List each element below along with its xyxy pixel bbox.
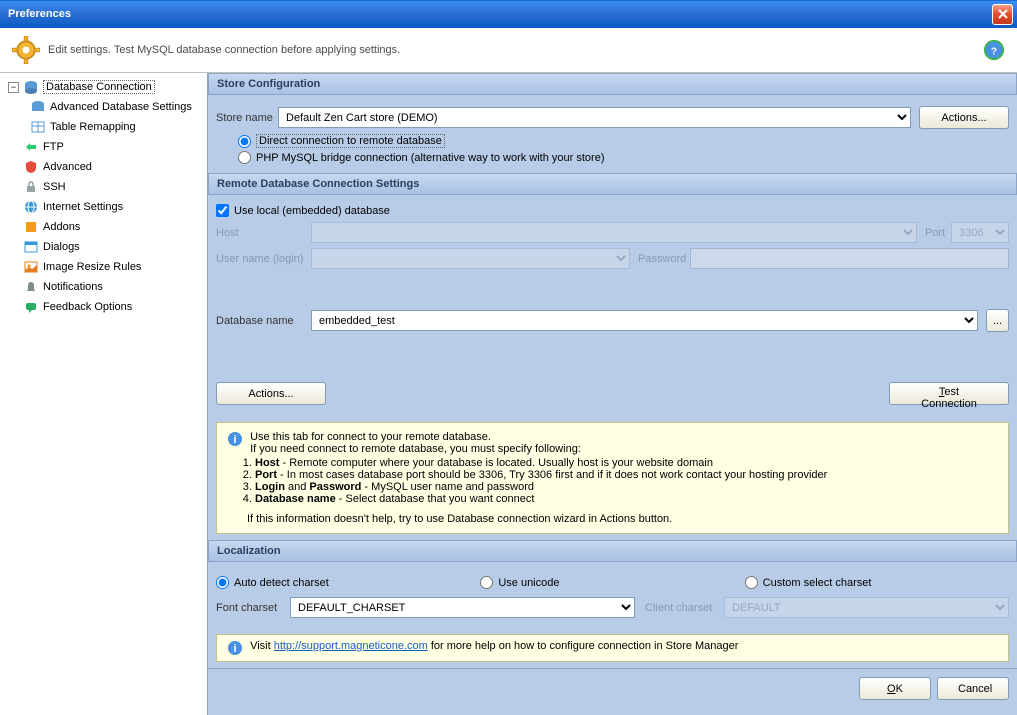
sidebar: − Database Connection Advanced Database …: [0, 73, 208, 715]
dbname-label: Database name: [216, 315, 311, 327]
sidebar-item-label: Internet Settings: [43, 201, 123, 213]
sidebar-item-internet[interactable]: Internet Settings: [0, 197, 207, 217]
sidebar-item-label: Table Remapping: [50, 121, 136, 133]
db-actions-button[interactable]: Actions...: [216, 382, 326, 405]
image-icon: [23, 259, 39, 275]
globe-icon: [23, 199, 39, 215]
host-label: Host: [216, 227, 311, 239]
radio-php-bridge[interactable]: [238, 151, 251, 164]
table-icon: [30, 119, 46, 135]
user-label: User name (login): [216, 253, 311, 265]
gear-icon: [12, 36, 40, 64]
sidebar-item-image-resize[interactable]: Image Resize Rules: [0, 257, 207, 277]
sidebar-item-database-connection[interactable]: − Database Connection: [0, 77, 207, 97]
sidebar-item-label: Image Resize Rules: [43, 261, 141, 273]
info-icon: i: [227, 431, 243, 447]
database-icon: [30, 99, 46, 115]
sidebar-item-label: Feedback Options: [43, 301, 132, 313]
bell-icon: [23, 279, 39, 295]
sidebar-item-label: Advanced: [43, 161, 92, 173]
sidebar-item-label: Addons: [43, 221, 80, 233]
help-link-box: i Visit http://support.magneticone.com f…: [216, 634, 1009, 662]
puzzle-icon: [23, 219, 39, 235]
user-input: [311, 248, 630, 269]
header-band: Edit settings. Test MySQL database conne…: [0, 28, 1017, 73]
use-local-label: Use local (embedded) database: [234, 205, 390, 217]
close-icon: [998, 9, 1008, 19]
port-input: 3306: [951, 222, 1009, 243]
sidebar-item-advanced-database[interactable]: Advanced Database Settings: [0, 97, 207, 117]
sidebar-item-notifications[interactable]: Notifications: [0, 277, 207, 297]
tree-collapse-icon[interactable]: −: [8, 82, 19, 93]
use-local-checkbox[interactable]: [216, 204, 229, 217]
content-panel: Store Configuration Store name Default Z…: [208, 73, 1017, 715]
radio-bridge-label: PHP MySQL bridge connection (alternative…: [256, 152, 604, 164]
radio-direct-label: Direct connection to remote database: [256, 134, 445, 148]
client-charset-label: Client charset: [645, 602, 720, 614]
sidebar-item-label: SSH: [43, 181, 66, 193]
info-icon: i: [227, 640, 243, 656]
sidebar-item-advanced[interactable]: Advanced: [0, 157, 207, 177]
ok-button[interactable]: OK: [859, 677, 931, 700]
radio-auto-charset[interactable]: [216, 576, 229, 589]
sidebar-item-label: Database Connection: [43, 80, 155, 94]
dbname-select[interactable]: embedded_test: [311, 310, 978, 331]
close-button[interactable]: [992, 4, 1013, 25]
lock-icon: [23, 179, 39, 195]
radio-direct-connection[interactable]: [238, 135, 251, 148]
cancel-button[interactable]: Cancel: [937, 677, 1009, 700]
sidebar-item-ftp[interactable]: FTP: [0, 137, 207, 157]
dbname-browse-button[interactable]: ...: [986, 309, 1009, 332]
header-text: Edit settings. Test MySQL database conne…: [48, 44, 400, 56]
sidebar-item-feedback[interactable]: Feedback Options: [0, 297, 207, 317]
store-name-select[interactable]: Default Zen Cart store (DEMO): [278, 107, 911, 128]
svg-text:?: ?: [991, 47, 997, 58]
password-input: [690, 248, 1009, 269]
window-icon: [23, 239, 39, 255]
button-bar: OK Cancel: [208, 668, 1017, 708]
feedback-icon: [23, 299, 39, 315]
sidebar-item-label: Dialogs: [43, 241, 80, 253]
radio-custom-charset[interactable]: [745, 576, 758, 589]
port-label: Port: [925, 227, 951, 239]
help-icon[interactable]: ?: [983, 39, 1005, 61]
client-charset-select: DEFAULT: [724, 597, 1009, 618]
store-name-label: Store name: [216, 112, 278, 124]
sidebar-item-table-remapping[interactable]: Table Remapping: [0, 117, 207, 137]
font-charset-select[interactable]: DEFAULT_CHARSET: [290, 597, 635, 618]
svg-text:i: i: [233, 434, 236, 446]
svg-text:i: i: [233, 643, 236, 655]
section-localization: Localization: [208, 540, 1017, 562]
font-charset-label: Font charset: [216, 602, 286, 614]
info-box: i Use this tab for connect to your remot…: [216, 422, 1009, 534]
shield-icon: [23, 159, 39, 175]
radio-unicode[interactable]: [480, 576, 493, 589]
sidebar-item-ssh[interactable]: SSH: [0, 177, 207, 197]
section-remote-db: Remote Database Connection Settings: [208, 173, 1017, 195]
ftp-icon: [23, 139, 39, 155]
host-input: [311, 222, 917, 243]
sidebar-item-addons[interactable]: Addons: [0, 217, 207, 237]
sidebar-item-label: FTP: [43, 141, 64, 153]
test-connection-button[interactable]: Test Connection: [889, 382, 1009, 405]
window-title: Preferences: [8, 8, 71, 20]
titlebar: Preferences: [0, 0, 1017, 28]
section-store-config: Store Configuration: [208, 73, 1017, 95]
password-label: Password: [638, 253, 690, 265]
sidebar-item-dialogs[interactable]: Dialogs: [0, 237, 207, 257]
database-icon: [23, 79, 39, 95]
sidebar-item-label: Notifications: [43, 281, 103, 293]
store-actions-button[interactable]: Actions...: [919, 106, 1009, 129]
sidebar-item-label: Advanced Database Settings: [50, 101, 192, 113]
support-link[interactable]: http://support.magneticone.com: [274, 640, 428, 652]
